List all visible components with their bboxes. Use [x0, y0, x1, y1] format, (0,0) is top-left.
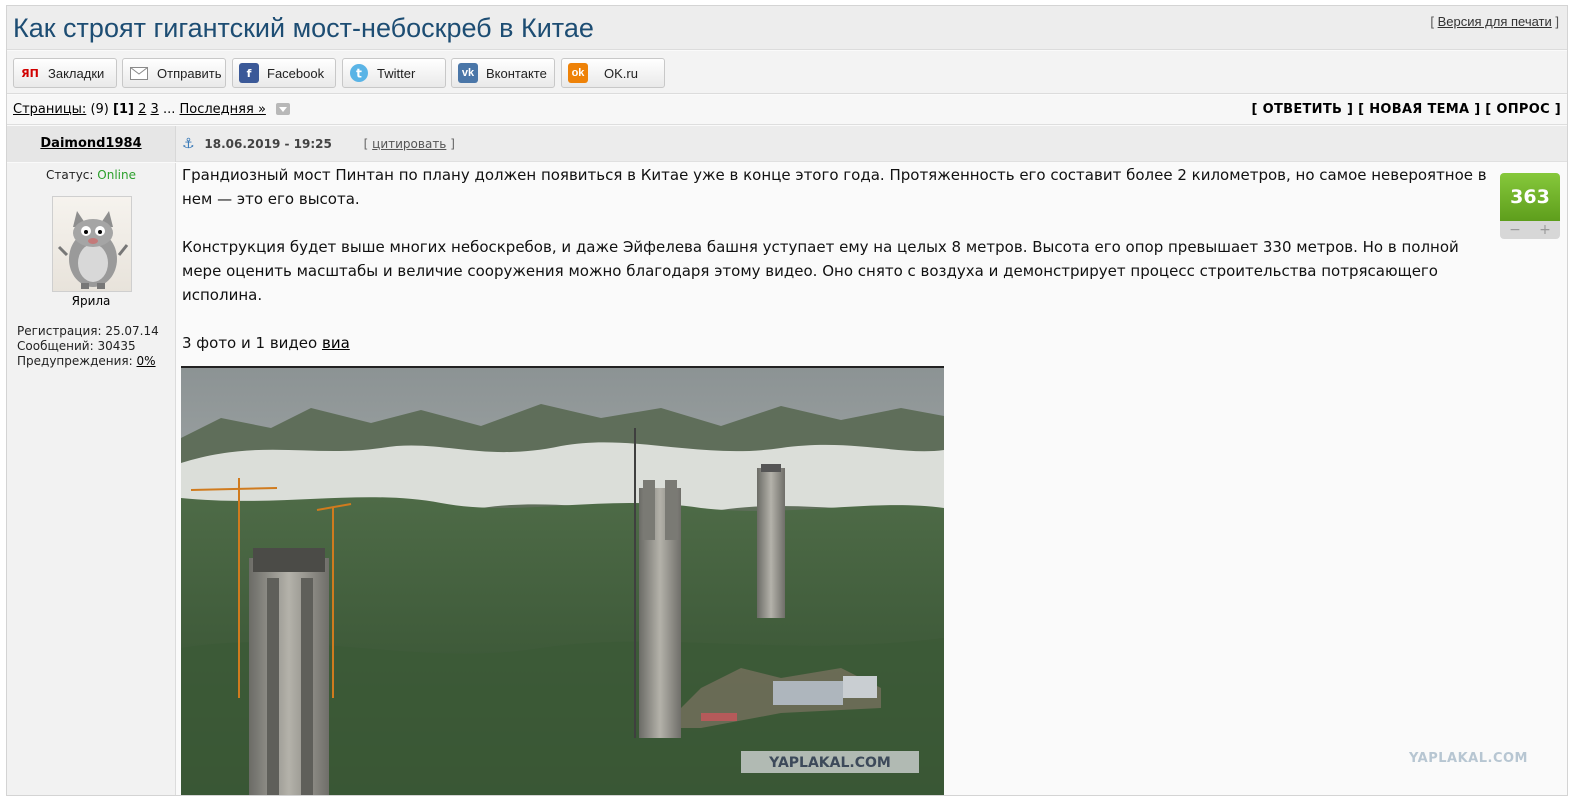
quote-wrap: [ цитировать ]	[363, 137, 455, 151]
message-count: Сообщений: 30435	[17, 339, 136, 353]
pagination-row: Страницы: (9) [1] 2 3 ... Последняя » [ …	[7, 95, 1567, 125]
current-page: [1]	[113, 102, 134, 117]
bridge-photo[interactable]: YAPLAKAL.COM	[181, 366, 944, 795]
twitter-button[interactable]: t Twitter	[342, 58, 446, 88]
post-date: 18.06.2019 - 19:25	[204, 137, 332, 151]
poll-button[interactable]: ОПРОС	[1496, 102, 1550, 117]
anchor-icon[interactable]: ⚓	[182, 136, 195, 152]
avatar-caption: Ярила	[71, 294, 111, 308]
yap-bookmark-icon: ЯП	[21, 66, 39, 80]
post-media-line: 3 фото и 1 видео виа	[182, 334, 350, 352]
reply-button[interactable]: ОТВЕТИТЬ	[1263, 102, 1343, 117]
vkontakte-label: Вконтакте	[486, 65, 547, 81]
avatar[interactable]	[52, 196, 132, 292]
chevron-down-icon[interactable]	[276, 103, 291, 115]
page-3-link[interactable]: 3	[151, 102, 159, 117]
page-2-link[interactable]: 2	[138, 102, 146, 117]
rating-widget: 363 − +	[1500, 173, 1560, 239]
bookmarks-label: Закладки	[48, 65, 105, 81]
facebook-icon: f	[239, 63, 259, 83]
quote-link[interactable]: цитировать	[372, 137, 446, 151]
warnings-link[interactable]: 0%	[137, 354, 156, 368]
title-bar: Как строят гигантский мост-небоскреб в К…	[7, 6, 1567, 50]
new-topic-button[interactable]: НОВАЯ ТЕМА	[1369, 102, 1469, 117]
status-label: Статус:	[45, 168, 94, 182]
twitter-icon: t	[349, 63, 369, 83]
rating-controls: − +	[1500, 221, 1560, 239]
user-info-column: Статус: Online Ярила Регистрация: 25.07.…	[7, 163, 176, 795]
via-link[interactable]: виа	[322, 334, 350, 352]
registration-date: Регистрация: 25.07.14	[17, 324, 159, 338]
vk-icon: vk	[458, 63, 478, 83]
user-status: Статус: Online	[7, 168, 175, 182]
pages-count: (9)	[90, 102, 109, 117]
mail-icon	[129, 63, 149, 83]
topic-title: Как строят гигантский мост-небоскреб в К…	[13, 13, 594, 43]
facebook-button[interactable]: f Facebook	[232, 58, 336, 88]
vkontakte-button[interactable]: vk Вконтакте	[451, 58, 555, 88]
page-watermark: YAPLAKAL.COM	[1409, 751, 1528, 766]
send-button[interactable]: Отправить	[122, 58, 226, 88]
send-label: Отправить	[157, 65, 222, 81]
warnings: Предупреждения: 0%	[17, 354, 156, 368]
print-version-link[interactable]: Версия для печати	[1438, 14, 1552, 29]
pagination: Страницы: (9) [1] 2 3 ... Последняя »	[13, 102, 291, 117]
author-cell: Daimond1984	[7, 126, 176, 162]
pages-label-link[interactable]: Страницы:	[13, 102, 86, 117]
user-stats: Регистрация: 25.07.14 Сообщений: 30435 П…	[17, 324, 159, 369]
rating-score: 363	[1500, 173, 1560, 221]
share-bar: ЯП Закладки Отправить f Facebook t Twitt…	[7, 51, 1567, 94]
photo-watermark: YAPLAKAL.COM	[768, 755, 891, 771]
post-header: Daimond1984 ⚓ 18.06.2019 - 19:25 [ цитир…	[7, 126, 1567, 162]
post-meta: ⚓ 18.06.2019 - 19:25 [ цитировать ]	[182, 136, 455, 152]
twitter-label: Twitter	[377, 65, 416, 81]
topic-actions: [ ОТВЕТИТЬ ] [ НОВАЯ ТЕМА ] [ ОПРОС ]	[1251, 102, 1561, 117]
plus-icon[interactable]: +	[1539, 222, 1551, 238]
print-version: [ Версия для печати ]	[1430, 14, 1559, 29]
page-frame: Как строят гигантский мост-небоскреб в К…	[6, 5, 1568, 796]
svg-text:t: t	[356, 67, 362, 81]
post-paragraph-1: Грандиозный мост Пинтан по плану должен …	[182, 166, 1487, 208]
bookmarks-button[interactable]: ЯП Закладки	[13, 58, 117, 88]
facebook-label: Facebook	[267, 65, 325, 81]
last-page-link[interactable]: Последняя »	[180, 102, 266, 117]
ok-button[interactable]: ok OK.ru	[561, 58, 665, 88]
post-body: Грандиозный мост Пинтан по плану должен …	[182, 163, 1502, 379]
post-paragraph-2: Конструкция будет выше многих небоскребо…	[182, 238, 1459, 304]
minus-icon[interactable]: −	[1509, 222, 1521, 238]
pages-ellipsis: ...	[162, 102, 176, 117]
ok-icon: ok	[568, 63, 588, 83]
author-name[interactable]: Daimond1984	[40, 136, 141, 151]
status-online: Online	[97, 168, 136, 182]
ok-label: OK.ru	[604, 65, 638, 81]
